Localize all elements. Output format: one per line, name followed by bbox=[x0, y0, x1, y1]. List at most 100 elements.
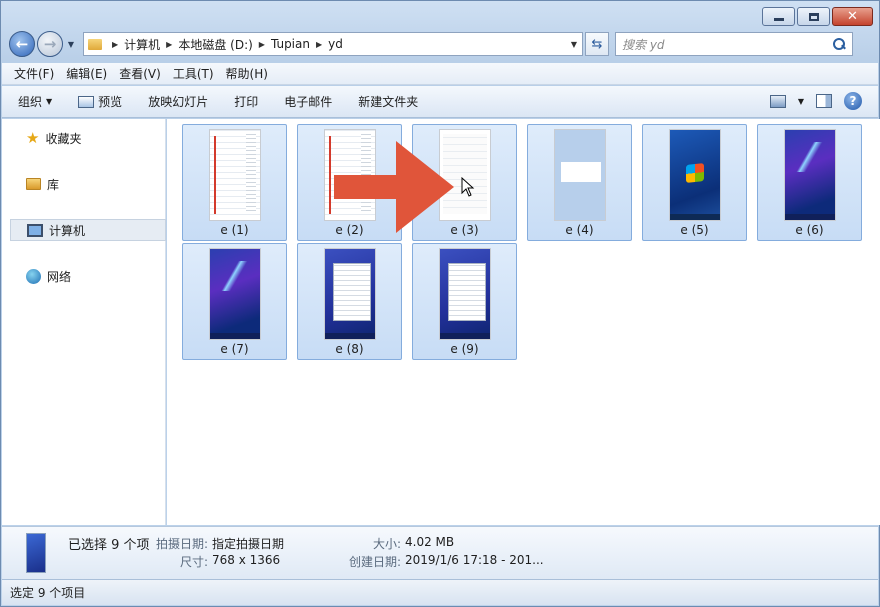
file-name: e (4) bbox=[565, 223, 594, 237]
new-folder-label: 新建文件夹 bbox=[358, 95, 419, 109]
breadcrumb-drive-d[interactable]: 本地磁盘 (D:) bbox=[178, 36, 252, 53]
image-thumbnail bbox=[669, 129, 721, 221]
file-name: e (8) bbox=[335, 342, 364, 356]
status-text: 选定 9 个项目 bbox=[10, 586, 86, 600]
file-item[interactable]: e (6) bbox=[757, 124, 862, 241]
print-label: 打印 bbox=[234, 95, 259, 109]
orange-arrow-icon bbox=[334, 141, 454, 233]
created-value: 2019/1/6 17:18 - 201... bbox=[405, 553, 544, 567]
minimize-icon bbox=[773, 18, 784, 21]
change-view-icon[interactable] bbox=[769, 94, 786, 108]
chevron-down-icon: ▼ bbox=[46, 97, 53, 106]
status-bar: 选定 9 个项目 bbox=[2, 579, 878, 605]
breadcrumb-yd[interactable]: yd bbox=[328, 37, 343, 51]
menu-file[interactable]: 文件(F) bbox=[10, 65, 58, 82]
created-key: 创建日期: bbox=[349, 555, 402, 569]
new-folder-button[interactable]: 新建文件夹 bbox=[358, 93, 418, 110]
explorer-window: ✕ ← → ▼ ▶ 计算机 ▶ 本地磁盘 (D:) ▶ Tupian ▶ yd … bbox=[0, 0, 880, 607]
dimensions-value: 768 x 1366 bbox=[212, 553, 281, 567]
refresh-button[interactable]: ⇆ bbox=[585, 32, 609, 56]
preview-icon bbox=[78, 95, 95, 108]
file-item[interactable]: e (1) bbox=[182, 124, 287, 241]
menu-edit[interactable]: 编辑(E) bbox=[62, 65, 111, 82]
breadcrumb-separator-icon[interactable]: ▶ bbox=[112, 40, 118, 49]
command-bar: 组织 ▼ 预览 放映幻灯片 打印 电子邮件 新建文件夹 ▼ ? bbox=[2, 86, 878, 118]
file-item[interactable]: e (8) bbox=[297, 243, 402, 360]
chevron-down-icon[interactable]: ▼ bbox=[798, 97, 804, 106]
selection-count: 已选择 9 个项 bbox=[68, 538, 150, 553]
details-pane: 已选择 9 个项 拍摄日期: 指定拍摄日期 尺寸: 768 x 1366 大小:… bbox=[2, 526, 878, 580]
close-button[interactable]: ✕ bbox=[832, 7, 873, 26]
nav-item-favorites[interactable]: ★ 收藏夹 bbox=[10, 127, 166, 149]
image-thumbnail bbox=[324, 248, 376, 340]
image-thumbnail bbox=[209, 129, 261, 221]
navigation-row: ← → ▼ ▶ 计算机 ▶ 本地磁盘 (D:) ▶ Tupian ▶ yd ▼ … bbox=[9, 31, 871, 57]
navigation-pane: ★ 收藏夹 库 计算机 网络 bbox=[2, 119, 166, 525]
preview-button[interactable]: 预览 bbox=[78, 93, 122, 110]
file-name: e (7) bbox=[220, 342, 249, 356]
print-button[interactable]: 打印 bbox=[234, 93, 258, 110]
size-value: 4.02 MB bbox=[405, 535, 455, 549]
maximize-button[interactable] bbox=[797, 7, 830, 26]
mouse-cursor-icon bbox=[461, 177, 475, 197]
recent-pages-dropdown[interactable]: ▼ bbox=[65, 40, 77, 49]
menu-bar: 文件(F) 编辑(E) 查看(V) 工具(T) 帮助(H) bbox=[2, 63, 878, 85]
breadcrumb-computer[interactable]: 计算机 bbox=[124, 36, 160, 53]
selection-thumbnail bbox=[26, 533, 46, 573]
minimize-button[interactable] bbox=[762, 7, 795, 26]
nav-item-label: 计算机 bbox=[49, 223, 86, 238]
back-button[interactable]: ← bbox=[9, 31, 35, 57]
maximize-icon bbox=[808, 12, 819, 21]
file-item[interactable]: e (7) bbox=[182, 243, 287, 360]
slideshow-button[interactable]: 放映幻灯片 bbox=[148, 93, 208, 110]
image-thumbnail bbox=[784, 129, 836, 221]
size-key: 大小: bbox=[373, 537, 402, 551]
nav-item-computer[interactable]: 计算机 bbox=[10, 219, 166, 241]
address-history-dropdown[interactable]: ▼ bbox=[566, 40, 582, 49]
menu-help[interactable]: 帮助(H) bbox=[222, 65, 272, 82]
breadcrumb-tupian[interactable]: Tupian bbox=[271, 37, 310, 51]
image-thumbnail bbox=[439, 248, 491, 340]
network-icon bbox=[26, 268, 41, 284]
file-name: e (5) bbox=[680, 223, 709, 237]
menu-tools[interactable]: 工具(T) bbox=[169, 65, 218, 82]
file-item[interactable]: e (9) bbox=[412, 243, 517, 360]
forward-arrow-icon: → bbox=[43, 35, 57, 53]
breadcrumb-separator-icon[interactable]: ▶ bbox=[316, 40, 322, 49]
computer-icon bbox=[27, 223, 43, 237]
nav-item-libraries[interactable]: 库 bbox=[10, 173, 166, 195]
breadcrumb-separator-icon[interactable]: ▶ bbox=[259, 40, 265, 49]
organize-label: 组织 bbox=[18, 95, 43, 109]
menu-view[interactable]: 查看(V) bbox=[115, 65, 165, 82]
forward-button[interactable]: → bbox=[37, 31, 63, 57]
nav-item-network[interactable]: 网络 bbox=[10, 265, 166, 287]
date-taken-value[interactable]: 指定拍摄日期 bbox=[212, 535, 284, 552]
preview-label: 预览 bbox=[98, 95, 123, 109]
organize-button[interactable]: 组织 ▼ bbox=[18, 93, 52, 110]
file-name: e (9) bbox=[450, 342, 479, 356]
email-label: 电子邮件 bbox=[284, 95, 333, 109]
star-icon: ★ bbox=[26, 129, 40, 147]
address-bar[interactable]: ▶ 计算机 ▶ 本地磁盘 (D:) ▶ Tupian ▶ yd ▼ bbox=[83, 32, 583, 56]
preview-pane-icon[interactable] bbox=[816, 94, 832, 108]
back-arrow-icon: ← bbox=[15, 35, 29, 53]
nav-item-label: 网络 bbox=[47, 269, 72, 284]
file-item[interactable]: e (4) bbox=[527, 124, 632, 241]
refresh-icon: ⇆ bbox=[591, 36, 603, 52]
search-icon[interactable] bbox=[832, 37, 846, 51]
search-box[interactable]: 搜索 yd bbox=[615, 32, 853, 56]
image-thumbnail bbox=[554, 129, 606, 221]
file-name: e (6) bbox=[795, 223, 824, 237]
help-icon[interactable]: ? bbox=[844, 92, 862, 110]
chevron-down-icon: ▼ bbox=[67, 39, 75, 49]
file-item[interactable]: e (5) bbox=[642, 124, 747, 241]
nav-item-label: 收藏夹 bbox=[45, 131, 82, 146]
image-thumbnail bbox=[209, 248, 261, 340]
search-input[interactable]: 搜索 yd bbox=[622, 36, 832, 53]
slideshow-label: 放映幻灯片 bbox=[148, 95, 209, 109]
dimensions-key: 尺寸: bbox=[180, 555, 209, 569]
email-button[interactable]: 电子邮件 bbox=[284, 93, 332, 110]
nav-item-label: 库 bbox=[47, 177, 60, 192]
breadcrumb-separator-icon[interactable]: ▶ bbox=[166, 40, 172, 49]
date-taken-key: 拍摄日期: bbox=[156, 537, 209, 551]
